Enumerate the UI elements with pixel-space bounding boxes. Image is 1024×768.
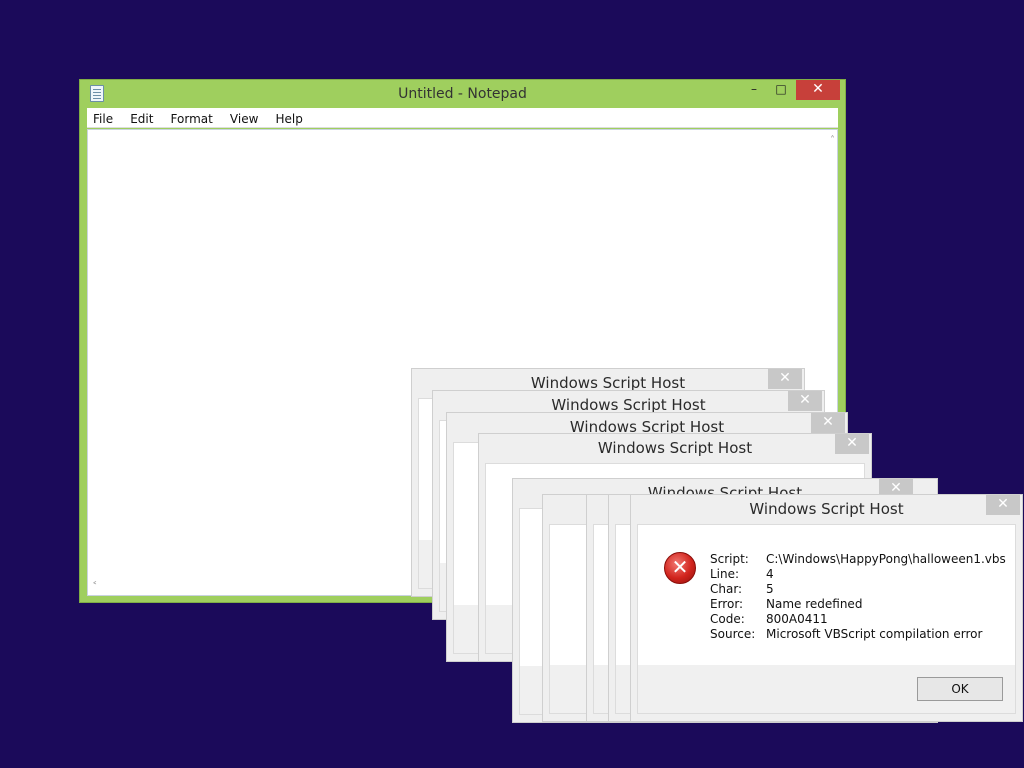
code-label: Code: (710, 612, 745, 626)
line-label: Line: (710, 567, 740, 581)
scroll-left-icon[interactable]: ˂ (92, 580, 98, 593)
char-label: Char: (710, 582, 743, 596)
script-value: C:\Windows\HappyPong\halloween1.vbs (766, 552, 1006, 566)
error-label: Error: (710, 597, 744, 611)
dialog-close-button[interactable]: ✕ (811, 413, 845, 433)
notepad-titlebar[interactable]: Untitled - Notepad – □ ✕ (80, 80, 845, 108)
window-title: Untitled - Notepad (398, 86, 527, 102)
menu-bar: File Edit Format View Help (87, 108, 838, 128)
menu-file[interactable]: File (93, 109, 119, 126)
dialog-title: Windows Script Host (749, 500, 904, 518)
error-value: Name redefined (766, 597, 863, 611)
error-details: Script: C:\Windows\HappyPong\halloween1.v… (710, 552, 1006, 642)
close-button[interactable]: ✕ (796, 80, 840, 100)
dialog-close-button[interactable]: ✕ (835, 434, 869, 454)
minimize-button[interactable]: – (741, 80, 767, 100)
menu-view[interactable]: View (230, 109, 264, 126)
source-value: Microsoft VBScript compilation error (766, 627, 983, 641)
line-value: 4 (766, 567, 774, 581)
dialog-close-button[interactable]: ✕ (986, 495, 1020, 515)
menu-format[interactable]: Format (171, 109, 219, 126)
menu-edit[interactable]: Edit (130, 109, 159, 126)
dialog-body: ✕ Script: C:\Windows\HappyPong\halloween1… (637, 524, 1016, 714)
code-value: 800A0411 (766, 612, 828, 626)
script-host-error-dialog: Windows Script Host ✕ ✕ Script: C:\Window… (630, 494, 1023, 722)
menu-help[interactable]: Help (276, 109, 309, 126)
dialog-close-button[interactable]: ✕ (768, 369, 802, 389)
maximize-button[interactable]: □ (768, 80, 794, 100)
script-label: Script: (710, 552, 749, 566)
char-value: 5 (766, 582, 774, 596)
ok-button[interactable]: OK (917, 677, 1003, 701)
dialog-title: Windows Script Host (597, 439, 753, 457)
source-label: Source: (710, 627, 756, 641)
dialog-close-button[interactable]: ✕ (788, 391, 822, 411)
error-icon: ✕ (664, 552, 696, 584)
scroll-up-icon[interactable]: ˄ (830, 135, 835, 146)
